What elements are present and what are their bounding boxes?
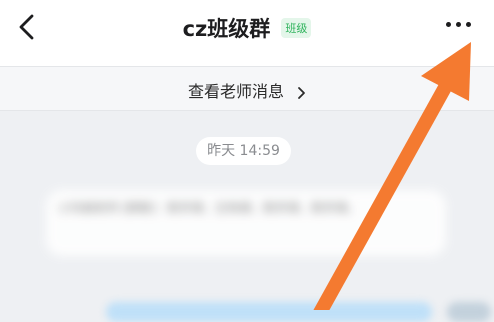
chat-header: cz班级群 班级	[0, 0, 494, 67]
chevron-right-icon	[298, 86, 305, 99]
group-title: cz班级群	[182, 17, 271, 41]
blurred-message-bubble: 小玛姆老师 [群聊]：数学课，生物课，数学课，数学课。	[46, 190, 446, 256]
partial-avatar	[447, 302, 491, 322]
more-dots-icon[interactable]	[443, 14, 475, 34]
group-type-badge: 班级	[281, 18, 312, 38]
teacher-messages-link[interactable]: 查看老师消息	[0, 78, 494, 102]
teacher-messages-bar[interactable]: 查看老师消息	[0, 67, 494, 111]
chat-title-area: cz班级群 班级	[0, 13, 494, 43]
message-timestamp: 昨天 14:59	[196, 137, 291, 165]
partial-message-bubble	[106, 302, 432, 322]
teacher-messages-label: 查看老师消息	[187, 82, 284, 101]
